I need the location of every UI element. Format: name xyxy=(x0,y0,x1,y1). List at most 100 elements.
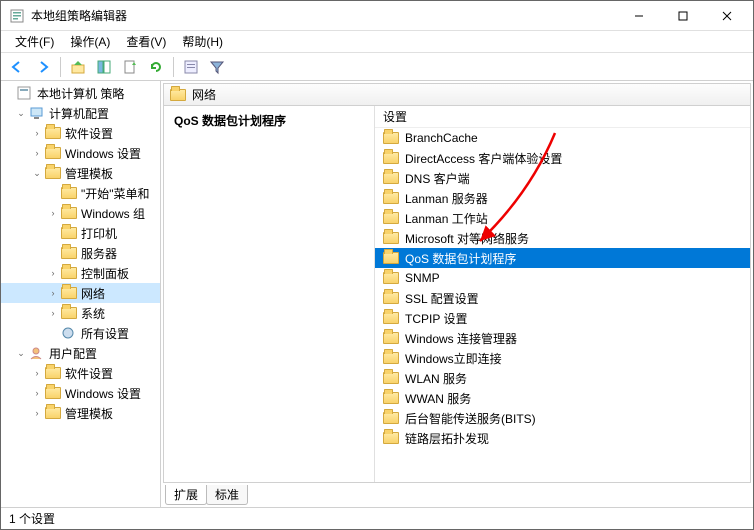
list-item[interactable]: TCPIP 设置 xyxy=(375,308,750,328)
maximize-button[interactable] xyxy=(661,2,705,30)
folder-icon xyxy=(383,272,399,284)
list-item-label: WLAN 服务 xyxy=(405,370,467,387)
settings-icon xyxy=(61,326,77,340)
collapse-icon[interactable]: ⌄ xyxy=(31,167,43,179)
list-item-label: TCPIP 设置 xyxy=(405,310,467,327)
list-item[interactable]: 后台智能传送服务(BITS) xyxy=(375,408,750,428)
list-item[interactable]: Microsoft 对等网络服务 xyxy=(375,228,750,248)
folder-icon xyxy=(61,207,77,219)
expand-icon[interactable]: › xyxy=(47,267,59,279)
folder-icon xyxy=(61,187,77,199)
expand-icon[interactable] xyxy=(3,87,15,99)
tree-user-software[interactable]: ›软件设置 xyxy=(1,363,160,383)
collapse-icon[interactable]: ⌄ xyxy=(15,347,27,359)
titlebar: 本地组策略编辑器 xyxy=(1,1,753,31)
list-item[interactable]: SNMP xyxy=(375,268,750,288)
settings-list[interactable]: BranchCacheDirectAccess 客户端体验设置DNS 客户端La… xyxy=(375,128,750,482)
folder-icon xyxy=(383,432,399,444)
expand-icon[interactable]: › xyxy=(31,407,43,419)
list-item-label: Windows立即连接 xyxy=(405,350,502,367)
menu-help[interactable]: 帮助(H) xyxy=(174,31,231,52)
content-panel: 网络 QoS 数据包计划程序 设置 BranchCache DirectAcces… xyxy=(163,83,751,483)
list-item[interactable]: Lanman 服务器 xyxy=(375,188,750,208)
tree-printer[interactable]: 打印机 xyxy=(1,223,160,243)
tree-server[interactable]: 服务器 xyxy=(1,243,160,263)
show-hide-tree-button[interactable] xyxy=(92,55,116,79)
folder-icon xyxy=(383,312,399,324)
properties-button[interactable] xyxy=(179,55,203,79)
menu-file[interactable]: 文件(F) xyxy=(7,31,62,52)
folder-icon xyxy=(61,287,77,299)
settings-header[interactable]: 设置 xyxy=(375,106,750,128)
list-item[interactable]: WLAN 服务 xyxy=(375,368,750,388)
tree-windows-components[interactable]: ›Windows 组 xyxy=(1,203,160,223)
folder-icon xyxy=(45,387,61,399)
folder-icon xyxy=(383,292,399,304)
expand-icon[interactable]: › xyxy=(31,367,43,379)
tree-network[interactable]: ›网络 xyxy=(1,283,160,303)
close-button[interactable] xyxy=(705,2,749,30)
list-item[interactable]: QoS 数据包计划程序 xyxy=(375,248,750,268)
list-item[interactable]: Windows立即连接 xyxy=(375,348,750,368)
expand-icon[interactable]: › xyxy=(31,127,43,139)
tree-system[interactable]: ›系统 xyxy=(1,303,160,323)
tree-admin-templates[interactable]: ⌄管理模板 xyxy=(1,163,160,183)
collapse-icon[interactable]: ⌄ xyxy=(15,107,27,119)
menubar: 文件(F) 操作(A) 查看(V) 帮助(H) xyxy=(1,31,753,53)
menu-view[interactable]: 查看(V) xyxy=(118,31,174,52)
list-item[interactable]: 链路层拓扑发现 xyxy=(375,428,750,448)
list-item[interactable]: Lanman 工作站 xyxy=(375,208,750,228)
tree-control-panel[interactable]: ›控制面板 xyxy=(1,263,160,283)
list-item[interactable]: DirectAccess 客户端体验设置 xyxy=(375,148,750,168)
list-item-label: DNS 客户端 xyxy=(405,170,470,187)
list-item[interactable]: WWAN 服务 xyxy=(375,388,750,408)
list-item-label: Microsoft 对等网络服务 xyxy=(405,230,529,247)
tree-panel[interactable]: 本地计算机 策略 ⌄ 计算机配置 ›软件设置 ›Windows 设置 ⌄管理模板… xyxy=(1,81,161,507)
list-item[interactable]: DNS 客户端 xyxy=(375,168,750,188)
refresh-button[interactable] xyxy=(144,55,168,79)
folder-icon xyxy=(383,212,399,224)
statusbar: 1 个设置 xyxy=(1,507,753,529)
folder-icon xyxy=(383,232,399,244)
up-button[interactable] xyxy=(66,55,90,79)
folder-icon xyxy=(383,372,399,384)
settings-label: 设置 xyxy=(383,108,407,125)
tree-user-config[interactable]: ⌄用户配置 xyxy=(1,343,160,363)
list-item-label: BranchCache xyxy=(405,131,478,145)
tab-extended[interactable]: 扩展 xyxy=(165,485,207,505)
tree-user-windows[interactable]: ›Windows 设置 xyxy=(1,383,160,403)
list-item[interactable]: Windows 连接管理器 xyxy=(375,328,750,348)
filter-button[interactable] xyxy=(205,55,229,79)
list-item-label: DirectAccess 客户端体验设置 xyxy=(405,150,562,167)
expand-icon[interactable]: › xyxy=(31,387,43,399)
back-button[interactable] xyxy=(5,55,29,79)
tree-computer-config[interactable]: ⌄ 计算机配置 xyxy=(1,103,160,123)
list-item[interactable]: SSL 配置设置 xyxy=(375,288,750,308)
tree-start-menu[interactable]: "开始"菜单和 xyxy=(1,183,160,203)
expand-icon[interactable]: › xyxy=(47,287,59,299)
tree-user-admin[interactable]: ›管理模板 xyxy=(1,403,160,423)
folder-icon xyxy=(383,152,399,164)
folder-icon xyxy=(170,89,186,101)
expand-icon[interactable]: › xyxy=(47,307,59,319)
expand-icon[interactable]: › xyxy=(31,147,43,159)
folder-icon xyxy=(45,167,61,179)
forward-button[interactable] xyxy=(31,55,55,79)
folder-icon xyxy=(45,147,61,159)
content-title: 网络 xyxy=(192,86,216,103)
tab-standard[interactable]: 标准 xyxy=(206,485,248,505)
tree-software-settings[interactable]: ›软件设置 xyxy=(1,123,160,143)
tree-all-settings[interactable]: 所有设置 xyxy=(1,323,160,343)
menu-action[interactable]: 操作(A) xyxy=(62,31,118,52)
list-item-label: Lanman 工作站 xyxy=(405,210,488,227)
minimize-button[interactable] xyxy=(617,2,661,30)
tree-root[interactable]: 本地计算机 策略 xyxy=(1,83,160,103)
selection-name: QoS 数据包计划程序 xyxy=(174,112,364,129)
expand-icon[interactable]: › xyxy=(47,207,59,219)
list-item[interactable]: BranchCache xyxy=(375,128,750,148)
policy-icon xyxy=(17,86,33,100)
export-button[interactable] xyxy=(118,55,142,79)
tree-windows-settings[interactable]: ›Windows 设置 xyxy=(1,143,160,163)
folder-icon xyxy=(383,172,399,184)
status-text: 1 个设置 xyxy=(9,510,55,527)
